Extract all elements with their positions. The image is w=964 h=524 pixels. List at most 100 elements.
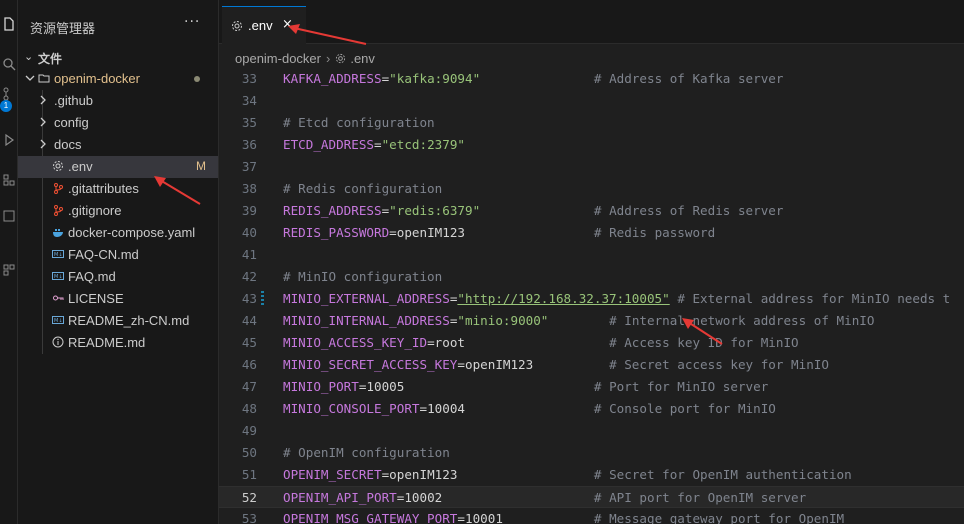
code-comment: # Console port for MinIO: [593, 401, 776, 416]
env-value: openIM123: [464, 357, 534, 372]
code-line[interactable]: 42 # MinIO configuration: [219, 266, 964, 288]
code-line[interactable]: 53 OPENIM_MSG_GATEWAY_PORT=10001 # Messag…: [219, 508, 964, 524]
tree-item[interactable]: README.md: [18, 332, 218, 354]
code-line[interactable]: 33 KAFKA_ADDRESS="kafka:9094" # Address o…: [219, 68, 964, 90]
line-number: 49: [241, 423, 257, 438]
folder-open-icon: [38, 74, 50, 83]
code-comment: # API port for OpenIM server: [593, 490, 807, 505]
code-line[interactable]: 40 REDIS_PASSWORD=openIM123 # Redis passw…: [219, 222, 964, 244]
code-text: ETCD_ADDRESS="etcd:2379": [283, 134, 465, 156]
breadcrumb-file[interactable]: .env: [350, 51, 375, 66]
code-line[interactable]: 46 MINIO_SECRET_ACCESS_KEY=openIM123 # Se…: [219, 354, 964, 376]
more-actions-button[interactable]: ···: [184, 14, 200, 30]
gear-icon: [232, 21, 242, 31]
code-comment: # External address for MinIO needs t: [677, 291, 951, 306]
code-line[interactable]: 48 MINIO_CONSOLE_PORT=10004 # Console por…: [219, 398, 964, 420]
env-key: ETCD_ADDRESS: [283, 137, 374, 152]
chevron-right-icon: [40, 139, 46, 149]
code-text: MINIO_INTERNAL_ADDRESS="minio:9000" # In…: [283, 310, 874, 332]
code-line[interactable]: 47 MINIO_PORT=10005 # Port for MinIO serv…: [219, 376, 964, 398]
close-icon[interactable]: ×: [282, 17, 293, 32]
run-debug-icon[interactable]: [1, 132, 17, 148]
code-line[interactable]: 49: [219, 420, 964, 442]
code-comment: # Port for MinIO server: [593, 379, 769, 394]
env-key: KAFKA_ADDRESS: [283, 71, 382, 86]
env-key: MINIO_ACCESS_KEY_ID: [283, 335, 428, 350]
code-line[interactable]: 43 MINIO_EXTERNAL_ADDRESS="http://192.168…: [219, 288, 964, 310]
equals-sign: =: [457, 357, 465, 372]
code-line[interactable]: 50 # OpenIM configuration: [219, 442, 964, 464]
breadcrumb: openim-docker › .env: [235, 50, 375, 68]
code-editor[interactable]: 33 KAFKA_ADDRESS="kafka:9094" # Address o…: [219, 68, 964, 524]
tree-item[interactable]: .gitignore: [18, 200, 218, 222]
code-line[interactable]: 41: [219, 244, 964, 266]
modified-gutter-mark: [261, 291, 264, 307]
line-number: 48: [241, 401, 257, 416]
markdown-icon: M↓: [52, 272, 64, 280]
tree-item[interactable]: .env M: [18, 156, 218, 178]
chevron-right-icon: [40, 117, 46, 127]
tree-item-label: FAQ-CN.md: [68, 247, 139, 262]
git-icon: [54, 205, 63, 216]
tree-item[interactable]: LICENSE: [18, 288, 218, 310]
code-line[interactable]: 45 MINIO_ACCESS_KEY_ID=root # Access key …: [219, 332, 964, 354]
tree-item[interactable]: M↓ FAQ.md: [18, 266, 218, 288]
tree-item[interactable]: .gitattributes: [18, 178, 218, 200]
tree-item[interactable]: M↓ README_zh-CN.md: [18, 310, 218, 332]
tree-root-label: openim-docker: [54, 71, 140, 86]
search-icon[interactable]: [1, 56, 17, 72]
code-line[interactable]: 34: [219, 90, 964, 112]
explorer-sidebar: 资源管理器 ··· ⌄ 文件 openim-docker .github conf…: [18, 0, 218, 524]
tree-item-label: README_zh-CN.md: [68, 313, 190, 328]
env-key: MINIO_INTERNAL_ADDRESS: [283, 313, 450, 328]
tree-item[interactable]: config: [18, 112, 218, 134]
code-line[interactable]: 44 MINIO_INTERNAL_ADDRESS="minio:9000" # …: [219, 310, 964, 332]
remote-icon[interactable]: [1, 208, 17, 224]
tree-item[interactable]: .github: [18, 90, 218, 112]
code-text: OPENIM_API_PORT=10002 # API port for Ope…: [283, 487, 806, 509]
code-line[interactable]: 38 # Redis configuration: [219, 178, 964, 200]
code-line[interactable]: 35 # Etcd configuration: [219, 112, 964, 134]
line-number: 36: [241, 137, 257, 152]
env-value: 10004: [427, 401, 465, 416]
tree-item-label: FAQ.md: [68, 269, 116, 284]
env-key: MINIO_PORT: [283, 379, 359, 394]
line-number: 37: [241, 159, 257, 174]
code-comment: # Redis configuration: [283, 181, 443, 196]
tree-root-folder[interactable]: openim-docker: [18, 68, 218, 90]
tab-bar: .env ×: [219, 0, 964, 44]
testing-icon[interactable]: [1, 262, 17, 278]
code-line[interactable]: 37: [219, 156, 964, 178]
tree-item[interactable]: docker-compose.yaml: [18, 222, 218, 244]
code-comment: # Etcd configuration: [283, 115, 435, 130]
tree-item[interactable]: docs: [18, 134, 218, 156]
explorer-icon[interactable]: [1, 16, 17, 32]
env-key: OPENIM_API_PORT: [283, 490, 397, 505]
sidebar-title: 资源管理器: [30, 22, 96, 37]
env-value: openIM123: [389, 467, 458, 482]
svg-text:M↓: M↓: [54, 318, 63, 324]
breadcrumb-folder[interactable]: openim-docker: [235, 51, 321, 66]
section-files[interactable]: ⌄ 文件: [18, 48, 218, 68]
code-text: MINIO_PORT=10005 # Port for MinIO server: [283, 376, 768, 398]
gear-icon: [336, 53, 346, 64]
code-line[interactable]: 36 ETCD_ADDRESS="etcd:2379": [219, 134, 964, 156]
code-line[interactable]: 39 REDIS_ADDRESS="redis:6379" # Address o…: [219, 200, 964, 222]
code-text: # OpenIM configuration: [283, 442, 450, 464]
tab-env[interactable]: .env ×: [222, 6, 306, 44]
tree-item-label: .gitattributes: [68, 181, 139, 196]
code-comment: # OpenIM configuration: [283, 445, 450, 460]
source-control-badge: 1: [0, 100, 12, 112]
tree-item-label: config: [54, 115, 89, 130]
tree-item[interactable]: M↓ FAQ-CN.md: [18, 244, 218, 266]
code-line[interactable]: 52 OPENIM_API_PORT=10002 # API port for O…: [219, 486, 964, 508]
extensions-icon[interactable]: [1, 172, 17, 188]
code-line[interactable]: 51 OPENIM_SECRET=openIM123 # Secret for O…: [219, 464, 964, 486]
env-value: openIM123: [396, 225, 465, 240]
code-comment: # Internal network address of MinIO: [609, 313, 875, 328]
